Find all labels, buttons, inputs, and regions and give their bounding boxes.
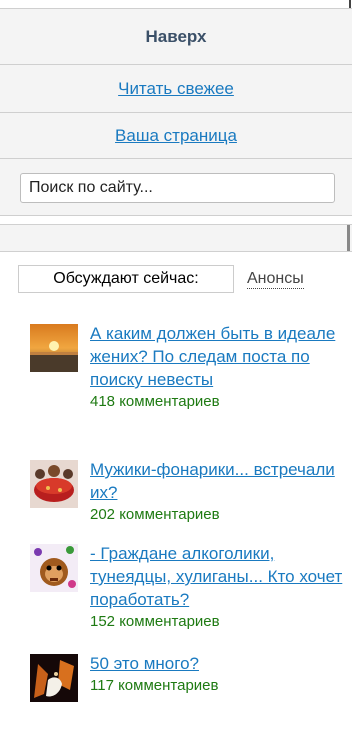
cake-avatar-icon[interactable] xyxy=(30,460,78,508)
tab-discussing-now[interactable]: Обсуждают сейчас: xyxy=(18,265,234,293)
tab-announcements[interactable]: Анонсы xyxy=(247,270,304,289)
discussion-title-link[interactable]: 50 это много? xyxy=(90,652,345,675)
bar-marker xyxy=(347,225,350,251)
comment-count: 418 комментариев xyxy=(90,393,220,410)
discussion-title-link[interactable]: А каким должен быть в идеале жених? По с… xyxy=(90,322,345,391)
your-page-link[interactable]: Ваша страница xyxy=(115,126,237,146)
read-fresh-row: Читать свежее xyxy=(0,64,352,112)
list-item: Мужики-фонарики... встречали их? 202 ком… xyxy=(30,458,345,525)
your-page-row: Ваша страница xyxy=(0,112,352,158)
sunset-avatar-icon[interactable] xyxy=(30,324,78,372)
top-strip xyxy=(0,0,352,8)
discussion-title-link[interactable]: Мужики-фонарики... встречали их? xyxy=(90,458,345,504)
back-to-top-label: Наверх xyxy=(145,26,207,46)
comment-count: 117 комментариев xyxy=(90,677,219,694)
list-item: А каким должен быть в идеале жених? По с… xyxy=(30,322,345,412)
search-input[interactable] xyxy=(20,173,335,203)
discussion-tabs: Обсуждают сейчас: Анонсы xyxy=(18,264,304,294)
scroll-marker xyxy=(349,0,351,8)
list-item: 50 это много? 117 комментариев xyxy=(30,652,345,702)
cartoon-avatar-icon[interactable] xyxy=(30,544,78,592)
read-fresh-link[interactable]: Читать свежее xyxy=(118,79,234,99)
fox-avatar-icon[interactable] xyxy=(30,654,78,702)
discussion-title-link[interactable]: - Граждане алкоголики, тунеядцы, хулиган… xyxy=(90,542,345,611)
empty-bar xyxy=(0,224,352,252)
comment-count: 152 комментариев xyxy=(90,613,220,630)
list-item: - Граждане алкоголики, тунеядцы, хулиган… xyxy=(30,542,345,632)
back-to-top-button[interactable]: Наверх xyxy=(0,8,352,64)
comment-count: 202 комментариев xyxy=(90,506,220,523)
